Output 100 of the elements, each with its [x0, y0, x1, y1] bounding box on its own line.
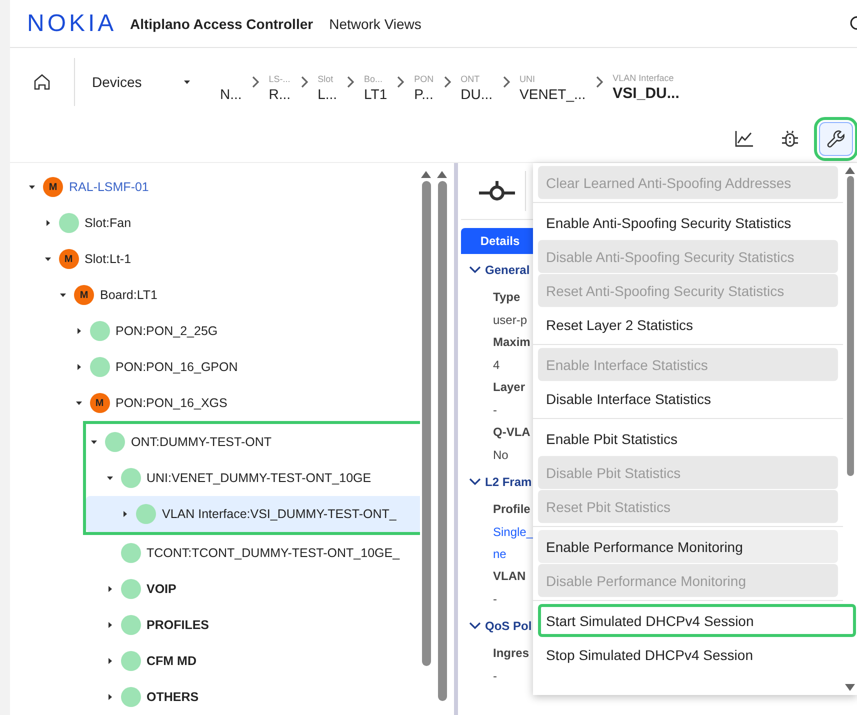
- tree-row[interactable]: M Slot:Lt-1: [10, 241, 420, 277]
- tree-label: ONT:DUMMY-TEST-ONT: [131, 435, 272, 449]
- tree-label: UNI:VENET_DUMMY-TEST-ONT_10GE: [146, 471, 372, 485]
- breadcrumb-link[interactable]: R...: [268, 86, 291, 102]
- tree-label: PON:PON_16_GPON: [116, 360, 238, 374]
- field-value: -: [493, 591, 497, 608]
- tree-row[interactable]: UNI:VENET_DUMMY-TEST-ONT_10GE: [86, 460, 420, 496]
- tree-label: RAL-LSMF-01: [69, 180, 149, 194]
- tree-label: VLAN Interface:VSI_DUMMY-TEST-ONT_: [162, 507, 396, 521]
- section-title: General: [485, 263, 530, 277]
- tree-label: OTHERS: [146, 690, 199, 704]
- tree-label: PROFILES: [146, 618, 210, 632]
- expand-caret-icon[interactable]: [90, 438, 98, 446]
- app-title: Altiplano Access Controller: [130, 16, 314, 32]
- tree-label: PON:PON_2_25G: [116, 324, 218, 338]
- expand-caret-icon[interactable]: [74, 399, 82, 407]
- caret-icon[interactable]: [183, 78, 191, 86]
- crumb-caption: PON: [414, 74, 434, 86]
- tree-label: CFM MD: [146, 654, 196, 668]
- field-label: Maxim: [493, 334, 530, 351]
- breadcrumb-link[interactable]: VSI_DU...: [612, 85, 680, 102]
- expand-caret-icon[interactable]: [106, 585, 114, 593]
- selected-tree-row[interactable]: VLAN Interface:VSI_DUMMY-TEST-ONT_: [86, 496, 420, 532]
- breadcrumb-link[interactable]: P...: [414, 86, 434, 102]
- field-value: -: [493, 402, 497, 419]
- field-label: VLAN: [493, 568, 526, 585]
- expand-caret-icon[interactable]: [106, 657, 114, 665]
- tree-row[interactable]: M RAL-LSMF-01: [10, 169, 420, 205]
- tree-row[interactable]: TCONT:TCONT_DUMMY-TEST-ONT_10GE_: [10, 535, 420, 571]
- crumb-caption: Bo...: [364, 74, 384, 86]
- status-badge: M: [58, 249, 78, 269]
- expand-caret-icon[interactable]: [44, 219, 52, 227]
- tree-row[interactable]: PON:PON_2_25G: [10, 313, 420, 349]
- expand-caret-icon[interactable]: [106, 474, 114, 482]
- scroll-up-icon[interactable]: [845, 167, 855, 174]
- network-node-icon: [479, 181, 515, 201]
- breadcrumb-link[interactable]: LT1: [364, 86, 388, 102]
- field-label: Type: [493, 289, 520, 306]
- company-logo[interactable]: NOKIA: [27, 10, 130, 38]
- tree-row[interactable]: M Board:LT1: [10, 277, 420, 313]
- crumb-caption: LS-...: [268, 74, 291, 86]
- menu-item[interactable]: Start Simulated DHCPv4 Session: [538, 604, 856, 637]
- devices-dropdown[interactable]: Devices: [75, 74, 205, 90]
- tree-row[interactable]: VOIP: [10, 571, 420, 607]
- expand-caret-icon[interactable]: [74, 363, 82, 371]
- tree-label: Board:LT1: [100, 288, 158, 302]
- field-value: user-p: [493, 312, 528, 329]
- collapse-chevron-icon[interactable]: [469, 622, 481, 630]
- expand-caret-icon[interactable]: [28, 183, 36, 191]
- field-value: No: [493, 447, 508, 464]
- field-value: 4: [493, 357, 500, 374]
- scroll-down-icon[interactable]: [845, 684, 855, 691]
- breadcrumb-link[interactable]: L...: [318, 86, 338, 102]
- home-icon[interactable]: [33, 73, 51, 91]
- tree-row[interactable]: OTHERS: [10, 679, 420, 715]
- field-value: -: [493, 668, 497, 685]
- tree-row[interactable]: CFM MD: [10, 643, 420, 679]
- tree-row[interactable]: PROFILES: [10, 607, 420, 643]
- field-label: Q-VLA: [493, 424, 530, 441]
- chevron-icon: [502, 75, 511, 89]
- collapse-chevron-icon[interactable]: [469, 266, 481, 274]
- tree-label: PON:PON_16_XGS: [116, 396, 228, 410]
- chevron-icon: [594, 75, 604, 89]
- tree-label: Slot:Lt-1: [84, 252, 132, 266]
- tree-label: Slot:Fan: [84, 216, 132, 230]
- field-label: Ingres: [493, 645, 530, 662]
- field-label: Layer: [493, 379, 526, 396]
- tree-label: TCONT:TCONT_DUMMY-TEST-ONT_10GE_: [146, 546, 400, 560]
- expand-caret-icon[interactable]: [44, 255, 52, 263]
- chevron-icon: [300, 75, 309, 89]
- tree-row[interactable]: PON:PON_16_GPON: [10, 349, 420, 385]
- tree-row[interactable]: ONT:DUMMY-TEST-ONT: [86, 424, 420, 460]
- menu-item[interactable]: Enable Performance Monitoring: [538, 530, 838, 563]
- field-link[interactable]: Single_ ne: [493, 521, 534, 565]
- expand-caret-icon[interactable]: [59, 291, 67, 299]
- chevron-icon: [346, 75, 356, 89]
- scrollbar-thumb[interactable]: [438, 181, 446, 701]
- chevron-icon: [396, 75, 406, 89]
- breadcrumb-link[interactable]: VENET_...: [520, 86, 586, 102]
- crumb-caption: VLAN Interface: [612, 73, 675, 85]
- scrollbar-thumb[interactable]: [846, 176, 854, 476]
- scrollbar-thumb[interactable]: [422, 181, 430, 666]
- expand-caret-icon[interactable]: [74, 327, 82, 335]
- crumb-caption: UNI: [520, 74, 536, 86]
- crumb-caption: ONT: [460, 74, 481, 86]
- nav-link[interactable]: Network Views: [329, 16, 422, 32]
- expand-caret-icon[interactable]: [106, 693, 114, 701]
- collapse-chevron-icon[interactable]: [469, 478, 481, 486]
- chevron-icon: [442, 75, 452, 89]
- status-badge: M: [90, 393, 110, 413]
- expand-caret-icon[interactable]: [106, 621, 114, 629]
- breadcrumb-link[interactable]: DU...: [460, 86, 493, 102]
- expand-caret-icon[interactable]: [121, 510, 129, 518]
- search-icon[interactable]: [848, 14, 857, 32]
- breadcrumb-link[interactable]: N...: [220, 86, 242, 102]
- tree-row[interactable]: M PON:PON_16_XGS: [10, 385, 420, 421]
- status-badge: M: [74, 285, 94, 305]
- wrench-icon: [826, 129, 846, 149]
- tree-row[interactable]: Slot:Fan: [10, 205, 420, 241]
- section-title: L2 Fram: [485, 475, 532, 489]
